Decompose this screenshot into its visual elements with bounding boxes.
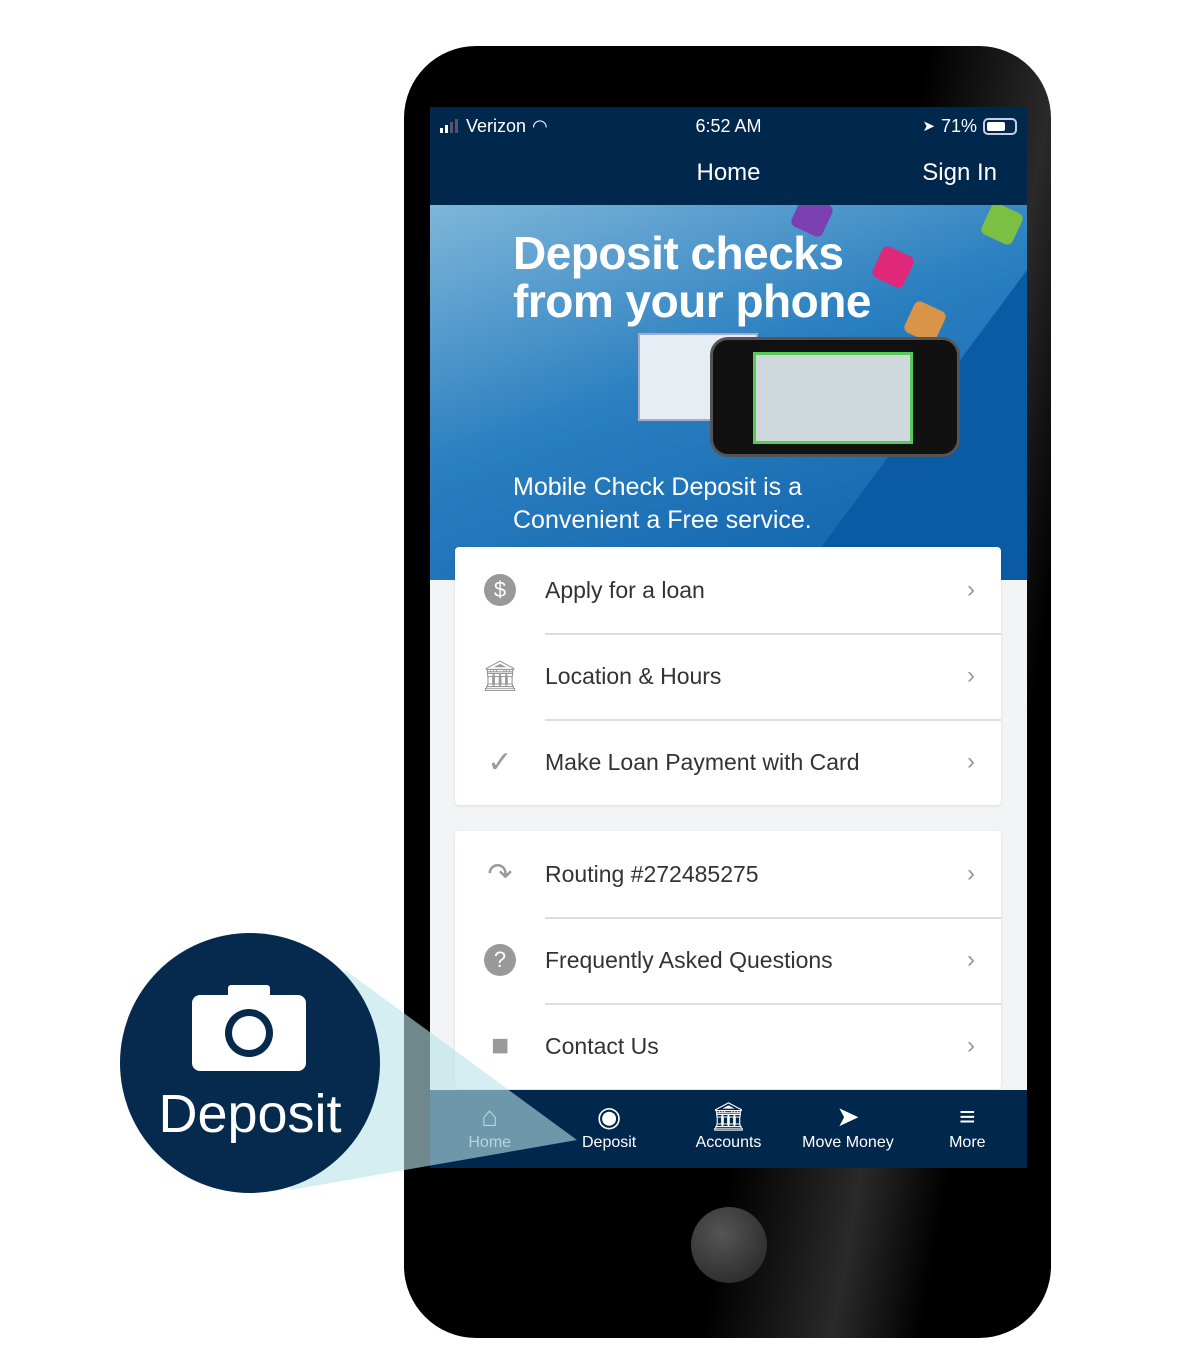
- phone-home-button: [691, 1207, 767, 1283]
- chevron-right-icon: ›: [967, 1032, 975, 1059]
- question-icon: ?: [455, 944, 545, 976]
- promo-banner[interactable]: Deposit checks from your phone Mobile Che…: [430, 205, 1027, 580]
- battery-icon: [983, 117, 1017, 135]
- tab-deposit[interactable]: ◉ Deposit: [549, 1090, 668, 1168]
- chevron-right-icon: ›: [967, 860, 975, 887]
- app-tile-icon: [979, 205, 1025, 247]
- chevron-right-icon: ›: [967, 946, 975, 973]
- chat-icon: ■: [490, 1029, 510, 1062]
- status-bar: Verizon ◠ 6:52 AM ➤ 71%: [430, 107, 1027, 145]
- banner-headline: Deposit checks from your phone: [513, 227, 871, 327]
- tab-more[interactable]: ≡ More: [908, 1090, 1027, 1168]
- redirect-arrow-icon: ↷: [487, 857, 513, 891]
- chevron-right-icon: ›: [967, 576, 975, 603]
- app-screen: Verizon ◠ 6:52 AM ➤ 71% Home Sign In Dep…: [430, 107, 1027, 1168]
- battery-level: 71%: [940, 115, 977, 136]
- menu-icon: ≡: [959, 1101, 976, 1132]
- menu-item-faq[interactable]: ? Frequently Asked Questions ›: [455, 917, 1001, 1003]
- chevron-right-icon: ›: [967, 662, 975, 689]
- tab-home[interactable]: ⌂ Home: [430, 1090, 549, 1168]
- nav-bar: Home Sign In: [430, 145, 1027, 205]
- wifi-icon: ◠: [532, 115, 548, 136]
- check-plus-icon: ✓: [487, 745, 513, 779]
- camera-icon: ◉: [596, 1101, 622, 1132]
- menu-group-2: ↷ Routing #272485275 › ? Frequently Asked Q…: [455, 831, 1001, 1089]
- deposit-callout: Deposit: [120, 933, 380, 1193]
- send-icon: ➤: [836, 1101, 860, 1132]
- callout-label: Deposit: [158, 1084, 342, 1144]
- tab-move-money[interactable]: ➤ Move Money: [788, 1090, 907, 1168]
- bank-icon: 🏛︎: [480, 659, 520, 693]
- home-icon: ⌂: [481, 1101, 499, 1132]
- menu-item-apply-loan[interactable]: $ Apply for a loan ›: [455, 547, 1001, 633]
- camera-icon: [192, 985, 306, 1071]
- menu-item-location-hours[interactable]: 🏛︎ Location & Hours ›: [455, 633, 1001, 719]
- chevron-right-icon: ›: [967, 748, 975, 775]
- carrier: Verizon: [466, 115, 527, 136]
- dollar-icon: $: [455, 574, 545, 606]
- tab-accounts[interactable]: 🏛︎ Accounts: [669, 1090, 788, 1168]
- location-icon: ➤: [922, 118, 935, 135]
- menu-group-1: $ Apply for a loan › 🏛︎ Location & Hours › ✓…: [455, 547, 1001, 805]
- tab-bar: ⌂ Home ◉ Deposit 🏛︎ Accounts ➤ Move Money ≡ M…: [430, 1090, 1027, 1168]
- menu-item-loan-payment[interactable]: ✓ Make Loan Payment with Card ›: [455, 719, 1001, 805]
- banner-subtext: Mobile Check Deposit is a Convenient a Fr…: [513, 473, 812, 534]
- signal-icon: [440, 119, 458, 133]
- tab-home-label: Home: [468, 1134, 512, 1151]
- menu-item-routing[interactable]: ↷ Routing #272485275 ›: [455, 831, 1001, 917]
- bank-icon: 🏛︎: [710, 1101, 747, 1132]
- menu-item-contact[interactable]: ■ Contact Us ›: [455, 1003, 1001, 1089]
- phone-check-image: [710, 337, 960, 457]
- sign-in-button[interactable]: Sign In: [922, 159, 997, 187]
